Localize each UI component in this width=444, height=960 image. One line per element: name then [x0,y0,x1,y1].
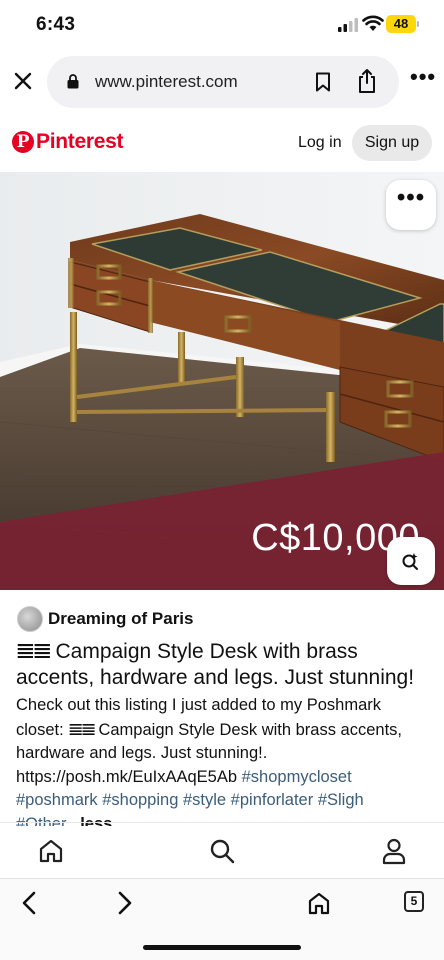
pin-more-options-button[interactable]: ••• [386,180,436,230]
pinterest-logo[interactable]: P Pinterest [12,130,123,154]
bookmark-icon[interactable] [315,72,331,92]
status-bar: 6:43 48 [0,0,444,50]
search-icon[interactable] [208,837,236,865]
pinterest-bottom-nav [0,822,444,878]
address-bar[interactable]: www.pinterest.com [47,56,399,108]
creator-name[interactable]: Dreaming of Paris [48,609,194,629]
browser-toolbar: 5 [0,878,444,960]
browser-address-row: www.pinterest.com ••• [0,52,444,112]
status-time: 6:43 [36,14,76,35]
hashtag-link[interactable]: #style [183,791,226,809]
hashtag-link[interactable]: #shopping [102,791,178,809]
creator-row[interactable]: Dreaming of Paris [17,606,194,632]
more-icon: ••• [396,184,426,211]
battery-tip [417,21,419,27]
hashtag-link[interactable]: #poshmark [16,791,98,809]
login-button[interactable]: Log in [290,126,350,160]
forward-icon[interactable] [110,889,138,917]
more-icon[interactable]: ••• [410,66,436,88]
description-glyph: 𝌆𝌆 [68,719,96,739]
hashtag-link[interactable]: #pinforlater [231,791,314,809]
profile-icon[interactable] [380,837,408,865]
title-glyph: 𝌆𝌆 [16,639,52,663]
pin-image[interactable]: C$10,000 [0,172,444,590]
lens-search-icon [402,553,418,570]
cellular-signal-icon [338,18,358,32]
pin-title: 𝌆𝌆 Campaign Style Desk with brass accent… [16,638,428,691]
close-icon[interactable] [12,70,34,92]
visual-search-button[interactable] [387,537,435,585]
tabs-button[interactable]: 5 [404,891,424,912]
signup-button[interactable]: Sign up [352,125,432,161]
home-icon[interactable] [37,837,65,865]
home-icon[interactable] [305,889,333,917]
share-icon[interactable] [357,68,377,94]
avatar[interactable] [17,606,43,632]
pin-description: Check out this listing I just added to m… [16,694,432,826]
pinterest-wordmark: Pinterest [36,130,124,153]
title-text: Campaign Style Desk with brass accents, … [16,640,415,689]
back-icon[interactable] [16,889,44,917]
battery-indicator: 48 [386,15,416,33]
hashtag-link[interactable]: #Sligh [318,791,364,809]
hashtag-link[interactable]: #shopmycloset [242,768,352,786]
url-text[interactable]: www.pinterest.com [95,72,238,92]
wifi-icon [362,15,384,31]
pinterest-header: P Pinterest Log in Sign up [0,116,444,172]
lock-icon [67,74,79,89]
pinterest-logo-icon: P [12,131,34,153]
home-indicator [143,945,301,950]
